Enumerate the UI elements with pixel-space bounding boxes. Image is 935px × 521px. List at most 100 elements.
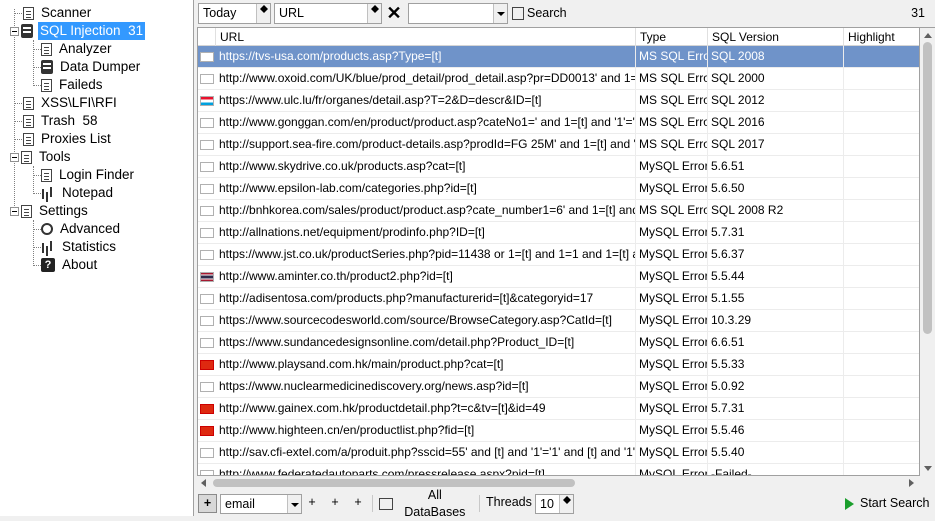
tree-item-proxies-list[interactable]: Proxies List <box>23 130 113 148</box>
column-select[interactable]: email <box>220 494 302 514</box>
spin-arrows-icon[interactable] <box>559 495 573 513</box>
table-row[interactable]: http://www.federatedautoparts.com/pressr… <box>198 464 919 475</box>
column-header-url[interactable]: URL <box>216 28 636 46</box>
tree-item-xss-lfi-rfi[interactable]: XSS\LFI\RFI <box>23 94 119 112</box>
table-row[interactable]: http://www.oxoid.com/UK/blue/prod_detail… <box>198 68 919 90</box>
column-header-type[interactable]: Type <box>636 28 708 46</box>
chevron-down-icon[interactable] <box>287 495 301 513</box>
tree-item-login-finder[interactable]: Login Finder <box>41 166 136 184</box>
horizontal-scroll-thumb[interactable] <box>213 479 575 487</box>
add-field-button[interactable]: + <box>198 494 217 513</box>
scroll-left-icon[interactable] <box>201 479 206 487</box>
hk-flag-icon <box>200 360 214 370</box>
tree-item-advanced[interactable]: Advanced <box>41 220 122 238</box>
table-row[interactable]: https://www.nuclearmedicinediscovery.org… <box>198 376 919 398</box>
table-row[interactable]: http://www.highteen.cn/en/productlist.ph… <box>198 420 919 442</box>
blank-flag-icon <box>200 228 214 238</box>
cell-version: 5.7.31 <box>708 398 844 420</box>
cell-highlight <box>844 376 919 398</box>
tree-item-data-dumper[interactable]: Data Dumper <box>41 58 142 76</box>
start-search-button[interactable]: Start Search <box>845 494 933 513</box>
collapse-sql-injection-icon[interactable] <box>10 27 19 36</box>
tree-item-trash[interactable]: Trash 58 <box>23 112 100 130</box>
cell-url: http://www.playsand.com.hk/main/product.… <box>216 354 636 376</box>
table-row[interactable]: http://support.sea-fire.com/product-deta… <box>198 134 919 156</box>
table-row[interactable]: http://sav.cfi-extel.com/a/produit.php?s… <box>198 442 919 464</box>
clear-filter-x-icon[interactable]: ✕ <box>385 3 403 24</box>
separator <box>479 495 480 512</box>
column-header-highlight[interactable]: Highlight <box>844 28 919 46</box>
separator <box>372 495 373 512</box>
column-header-sql-version[interactable]: SQL Version <box>708 28 844 46</box>
th-flag-icon <box>200 272 214 282</box>
scroll-down-icon[interactable] <box>924 466 932 471</box>
chevron-down-icon[interactable] <box>493 4 507 23</box>
spin-arrows-icon[interactable] <box>256 4 270 23</box>
search-button[interactable]: Search <box>512 4 567 23</box>
plus-button-3[interactable]: + <box>351 494 365 513</box>
cell-highlight <box>844 442 919 464</box>
tree-item-count: 58 <box>82 113 98 128</box>
column-filter-select[interactable]: URL <box>274 3 382 24</box>
vertical-scrollbar[interactable] <box>920 27 935 476</box>
spin-arrows-icon[interactable] <box>367 4 381 23</box>
tree-item-statistics[interactable]: Statistics <box>41 238 118 256</box>
plus-button-1[interactable]: + <box>305 494 319 513</box>
vertical-scroll-thumb[interactable] <box>923 42 932 334</box>
cell-url: https://www.jst.co.uk/productSeries.php?… <box>216 244 636 266</box>
notepad-icon <box>41 186 55 200</box>
table-row[interactable]: https://www.ulc.lu/fr/organes/detail.asp… <box>198 90 919 112</box>
table-row[interactable]: http://www.gonggan.com/en/product/produc… <box>198 112 919 134</box>
cell-highlight <box>844 464 919 475</box>
table-row[interactable]: http://www.playsand.com.hk/main/product.… <box>198 354 919 376</box>
cell-highlight <box>844 288 919 310</box>
tree-line <box>33 67 41 68</box>
table-row[interactable]: http://www.aminter.co.th/product2.php?id… <box>198 266 919 288</box>
all-databases-button[interactable]: All DataBases <box>379 488 473 519</box>
results-grid: URL Type SQL Version Highlight https://t… <box>197 27 920 476</box>
scroll-right-icon[interactable] <box>909 479 914 487</box>
cell-url: http://www.federatedautoparts.com/pressr… <box>216 464 636 475</box>
collapse-tools-icon[interactable] <box>10 153 19 162</box>
cell-url: http://www.epsilon-lab.com/categories.ph… <box>216 178 636 200</box>
plus-button-2[interactable]: + <box>328 494 342 513</box>
tree-item-analyzer[interactable]: Analyzer <box>41 40 114 58</box>
tree-item-label: Faileds <box>59 77 103 92</box>
tree-item-tools[interactable]: Tools <box>21 148 73 166</box>
tree-item-label: XSS\LFI\RFI <box>41 95 117 110</box>
cell-highlight <box>844 354 919 376</box>
table-row[interactable]: http://www.skydrive.co.uk/products.asp?c… <box>198 156 919 178</box>
tree-item-notepad[interactable]: Notepad <box>41 184 115 202</box>
date-filter-select[interactable]: Today <box>198 3 271 24</box>
table-row[interactable]: http://adisentosa.com/products.php?manuf… <box>198 288 919 310</box>
cell-version: 5.5.44 <box>708 266 844 288</box>
table-row[interactable]: https://tvs-usa.com/products.asp?Type=[t… <box>198 46 919 68</box>
threads-spinner[interactable]: 10 <box>535 494 574 514</box>
tree-item-settings[interactable]: Settings <box>21 202 90 220</box>
tree-item-faileds[interactable]: Faileds <box>41 76 105 94</box>
tree-item-about[interactable]: ? About <box>41 256 99 274</box>
cell-type: MS SQL Error <box>636 90 708 112</box>
collapse-settings-icon[interactable] <box>10 207 19 216</box>
blank-flag-icon <box>200 338 214 348</box>
tree-line <box>33 220 34 266</box>
cell-url: http://bnhkorea.com/sales/product/produc… <box>216 200 636 222</box>
cell-type: MS SQL Error <box>636 134 708 156</box>
cell-url: https://www.nuclearmedicinediscovery.org… <box>216 376 636 398</box>
cell-url: http://allnations.net/equipment/prodinfo… <box>216 222 636 244</box>
table-row[interactable]: https://www.sourcecodesworld.com/source/… <box>198 310 919 332</box>
search-input[interactable] <box>408 3 508 24</box>
horizontal-scrollbar[interactable] <box>197 476 935 490</box>
scroll-up-icon[interactable] <box>924 33 932 38</box>
tree-item-sql-injection[interactable]: SQL Injection 31 <box>21 22 146 40</box>
tree-item-label: Data Dumper <box>60 59 141 74</box>
table-row[interactable]: https://www.sundancedesignsonline.com/de… <box>198 332 919 354</box>
table-row[interactable]: https://www.jst.co.uk/productSeries.php?… <box>198 244 919 266</box>
cell-version: 5.6.50 <box>708 178 844 200</box>
table-row[interactable]: http://www.epsilon-lab.com/categories.ph… <box>198 178 919 200</box>
blank-flag-icon <box>200 294 214 304</box>
table-row[interactable]: http://allnations.net/equipment/prodinfo… <box>198 222 919 244</box>
tree-item-scanner[interactable]: Scanner <box>23 4 93 22</box>
table-row[interactable]: http://www.gainex.com.hk/productdetail.p… <box>198 398 919 420</box>
table-row[interactable]: http://bnhkorea.com/sales/product/produc… <box>198 200 919 222</box>
